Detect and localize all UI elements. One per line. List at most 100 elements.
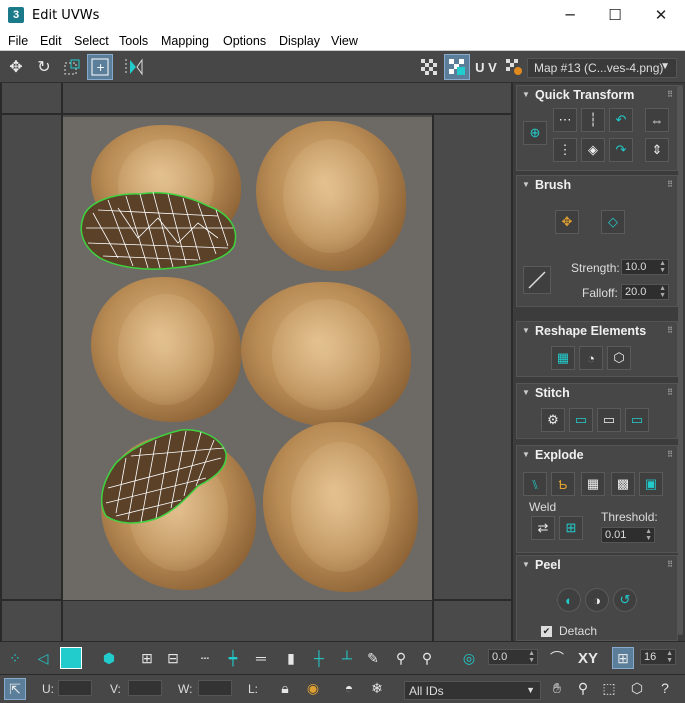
texture-checker-icon[interactable] [444, 54, 470, 80]
align-horizontal-icon[interactable]: ⋯ [553, 108, 577, 132]
scale-icon[interactable] [59, 54, 85, 80]
menu-display[interactable]: Display [279, 34, 320, 48]
brush-rollout: Brush⠿ ✥ ◇ Strength: 10.0▲▼ Falloff: 20.… [516, 175, 678, 307]
quick-transform-header[interactable]: Quick Transform⠿ [517, 86, 677, 106]
stitch-to-average-icon[interactable]: ▭ [597, 408, 621, 432]
paint-move-icon[interactable]: ✥ [555, 210, 579, 234]
paint-select-icon[interactable]: ✎ [362, 647, 384, 669]
xy-coordinates-button[interactable]: XY [574, 647, 602, 669]
detach-icon[interactable]: ▣ [639, 472, 663, 496]
break-icon[interactable]: ⑊ [523, 472, 547, 496]
falloff-spinner[interactable]: 20.0 ▲ ▼ [621, 284, 669, 300]
grow-ring-icon[interactable]: ┼ [308, 647, 330, 669]
stitch-to-source-icon[interactable]: ▭ [625, 408, 649, 432]
weld-target-icon[interactable]: ⊞ [559, 516, 583, 540]
grow-loop-icon[interactable]: ┿ [222, 647, 244, 669]
loop-icon[interactable]: ┄ [194, 647, 216, 669]
reset-peel-icon[interactable]: ↺ [613, 588, 637, 612]
grow-selection-icon[interactable]: ⊞ [136, 647, 158, 669]
brush-header[interactable]: Brush⠿ [517, 176, 677, 196]
menu-options[interactable]: Options [223, 34, 266, 48]
stitch-header[interactable]: Stitch⠿ [517, 384, 677, 404]
lock-icon[interactable]: 🔒︎ [274, 677, 296, 699]
space-horizontal-icon[interactable]: ◈ [581, 138, 605, 162]
u-field[interactable] [58, 680, 92, 696]
uv-viewport[interactable] [0, 83, 511, 641]
panel-scrollbar[interactable] [678, 85, 683, 635]
help-icon[interactable]: ? [654, 677, 676, 699]
vertex-mode-icon[interactable]: ⁘ [4, 647, 26, 669]
reshape-elements-header[interactable]: Reshape Elements⠿ [517, 322, 677, 342]
hide-icon[interactable]: ◓ [338, 677, 360, 699]
menu-edit[interactable]: Edit [40, 34, 62, 48]
rotate-minus-90-icon[interactable]: ↶ [609, 108, 633, 132]
v-field[interactable] [128, 680, 162, 696]
threshold-spinner[interactable]: 0.01 ▲ ▼ [601, 527, 655, 543]
menu-file[interactable]: File [8, 34, 28, 48]
falloff-curve-icon[interactable] [523, 266, 551, 294]
straighten-icon[interactable]: ▦ [551, 346, 575, 370]
map-dropdown[interactable]: Map #13 (C...ves-4.png) ▼ [527, 58, 677, 78]
align-center-icon[interactable]: ⊕ [523, 121, 547, 145]
uv-toggle[interactable]: U V [472, 54, 500, 80]
zoom-extents-icon[interactable]: ⬡ [626, 677, 648, 699]
peel-mode-icon[interactable]: ◑ [585, 588, 609, 612]
relax-brush-icon[interactable]: ◇ [601, 210, 625, 234]
relax-icon[interactable]: ◔ [579, 346, 603, 370]
paint-shrink-icon[interactable]: ⚲ [416, 647, 438, 669]
edge-mode-icon[interactable]: ◁ [32, 647, 54, 669]
polygon-mode-icon[interactable] [60, 647, 82, 669]
flatten-icon[interactable]: ▩ [611, 472, 635, 496]
align-vertical-icon[interactable]: ⋮ [553, 138, 577, 162]
mirror-icon[interactable] [120, 54, 146, 80]
grid-snap-icon[interactable]: ⊞ [612, 647, 634, 669]
menu-view[interactable]: View [331, 34, 358, 48]
uv-island-bottom[interactable] [96, 428, 231, 528]
pan-hand-icon[interactable]: ✋︎ [546, 677, 568, 699]
freeze-icon[interactable]: ❄ [366, 677, 388, 699]
zoom-region-icon[interactable]: ⬚ [598, 677, 620, 699]
rotate-icon[interactable]: ↻ [31, 54, 57, 80]
minimize-button[interactable]: ─ [547, 0, 593, 31]
menu-tools[interactable]: Tools [119, 34, 148, 48]
maximize-button[interactable]: ☐ [592, 0, 638, 31]
grid-size-field[interactable]: 16 ▲ ▼ [640, 649, 676, 665]
menu-select[interactable]: Select [74, 34, 109, 48]
material-id-dropdown[interactable]: All IDs ▼ [404, 681, 541, 700]
falloff-type-icon[interactable]: ⌒ [546, 647, 568, 669]
shrink-loop-icon[interactable]: ═ [250, 647, 272, 669]
w-field[interactable] [198, 680, 232, 696]
explode-header[interactable]: Explode⠿ [517, 446, 677, 466]
soft-selection-icon[interactable]: ◎ [458, 647, 480, 669]
strength-spinner[interactable]: 10.0 ▲ ▼ [621, 259, 669, 275]
shrink-ring-icon[interactable]: ┴ [336, 647, 358, 669]
menu-mapping[interactable]: Mapping [161, 34, 209, 48]
stitch-custom-icon[interactable]: ⚙ [541, 408, 565, 432]
space-vertical-icon[interactable]: ┆ [581, 108, 605, 132]
paint-grow-icon[interactable]: ⚲ [390, 647, 412, 669]
show-hidden-icon[interactable]: ◉ [302, 677, 324, 699]
checker-icon[interactable] [416, 54, 442, 80]
shrink-selection-icon[interactable]: ⊟ [162, 647, 184, 669]
rotate-plus-90-icon[interactable]: ↷ [609, 138, 633, 162]
close-button[interactable]: ✕ [638, 0, 684, 31]
detach-checkbox[interactable]: ✔ [541, 626, 552, 637]
align-link-icon[interactable]: ⇔ [645, 108, 669, 132]
split-icon[interactable]: Ƅ [551, 472, 575, 496]
map-settings-icon[interactable] [501, 54, 527, 80]
detach-edge-icon[interactable]: ▦ [581, 472, 605, 496]
move-icon[interactable]: ✥ [3, 54, 29, 80]
peel-header[interactable]: Peel⠿ [517, 556, 677, 576]
weld-selected-icon[interactable]: ⇄ [531, 516, 555, 540]
relax-settings-icon[interactable]: ⬡ [607, 346, 631, 370]
stitch-to-target-icon[interactable]: ▭ [569, 408, 593, 432]
uv-island-top[interactable] [78, 188, 240, 273]
ring-icon[interactable]: ▮ [280, 647, 302, 669]
freeform-icon[interactable]: + [87, 54, 113, 80]
quick-peel-icon[interactable]: ◐ [557, 588, 581, 612]
absolute-mode-icon[interactable]: ⇱ [4, 678, 26, 700]
element-mode-icon[interactable]: ⬢ [98, 647, 120, 669]
align-pin-icon[interactable]: ⇕ [645, 138, 669, 162]
zoom-icon[interactable]: ⚲ [572, 677, 594, 699]
falloff-value-field[interactable]: 0.0 ▲ ▼ [488, 649, 538, 665]
